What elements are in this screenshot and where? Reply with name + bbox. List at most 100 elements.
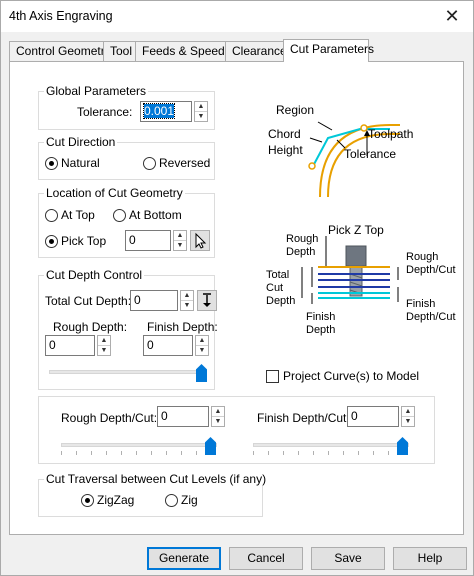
- radio-zigzag[interactable]: ZigZag: [81, 493, 134, 507]
- chord-point: [360, 124, 368, 132]
- finish-depth-per-cut-label: Finish Depth/Cut:: [257, 411, 350, 425]
- tolerance-label: Tolerance:: [77, 105, 133, 119]
- cut-depth-title: Cut Depth Control: [44, 268, 145, 282]
- radio-zig[interactable]: Zig: [165, 493, 198, 507]
- radio-reversed-label: Reversed: [159, 156, 211, 170]
- finish-depth-per-cut-slider[interactable]: [253, 435, 409, 457]
- rough-depth-per-cut-label: Rough Depth/Cut:: [61, 411, 158, 425]
- total-cut-depth-label: Total Cut Depth:: [45, 294, 132, 308]
- region-curve-inner: [327, 133, 400, 198]
- radio-dot: [113, 208, 126, 222]
- window-title: 4th Axis Engraving: [9, 9, 113, 23]
- global-parameters-group: Global Parameters Tolerance: 0.001 ▲ ▼: [38, 84, 215, 130]
- slider-track: [61, 443, 217, 447]
- tab-cut-parameters[interactable]: Cut Parameters: [283, 39, 374, 62]
- radio-dot: [165, 493, 178, 507]
- rough-depth-per-cut-spinner[interactable]: ▲ ▼: [211, 406, 225, 427]
- tab-feeds-speeds[interactable]: Feeds & Speeds: [135, 41, 231, 61]
- location-group: Location of Cut Geometry At Top At Botto…: [38, 186, 215, 258]
- total-cut-depth-input[interactable]: 0: [130, 290, 178, 311]
- close-icon[interactable]: ✕: [439, 5, 465, 27]
- radio-dot: [45, 234, 58, 248]
- radio-dot: [45, 156, 58, 170]
- total-depth-title-2: Cut: [266, 282, 283, 294]
- radio-dot: [45, 208, 58, 222]
- diagram-tolerance-label: Tolerance: [344, 147, 396, 161]
- help-button[interactable]: Help: [393, 547, 467, 570]
- rough-depth-per-cut-input[interactable]: 0: [157, 406, 209, 427]
- total-depth-title-1: Total: [266, 269, 289, 281]
- cut-direction-title: Cut Direction: [44, 135, 118, 149]
- rough-depth-spinner[interactable]: ▲ ▼: [97, 335, 111, 356]
- finish-depth-spinner[interactable]: ▲ ▼: [195, 335, 209, 356]
- diagram-toolpath-label: Toolpath: [368, 127, 413, 141]
- radio-dot: [143, 156, 156, 170]
- radio-reversed[interactable]: Reversed: [143, 156, 210, 170]
- cursor-arrow-icon: [195, 232, 207, 249]
- finish-depth-per-cut-spinner[interactable]: ▲ ▼: [401, 406, 415, 427]
- pick-cursor-button[interactable]: [190, 230, 210, 251]
- slider-thumb[interactable]: [397, 437, 408, 455]
- finish-depth-title-1: Finish: [306, 311, 335, 323]
- slider-thumb[interactable]: [196, 364, 207, 382]
- radio-natural[interactable]: Natural: [45, 156, 100, 170]
- finish-percut-title-1: Finish: [406, 298, 435, 310]
- tolerance-spinner[interactable]: ▲ ▼: [194, 101, 208, 122]
- radio-zigzag-label: ZigZag: [97, 493, 135, 507]
- finish-depth-input[interactable]: 0: [143, 335, 193, 356]
- tool-holder: [345, 245, 367, 267]
- radio-natural-label: Natural: [61, 156, 100, 170]
- chord-point: [308, 162, 316, 170]
- slider-ticks: [61, 451, 217, 455]
- radio-at-bottom-label: At Bottom: [129, 208, 182, 222]
- location-title: Location of Cut Geometry: [44, 186, 185, 200]
- down-arrow-bar-icon: [203, 293, 211, 307]
- project-curves-checkbox[interactable]: Project Curve(s) to Model: [266, 369, 419, 383]
- cut-depth-diagram: Pick Z Top Rough Depth Total Cut Depth R…: [266, 223, 456, 336]
- generate-button[interactable]: Generate: [147, 547, 221, 570]
- radio-at-top[interactable]: At Top: [45, 208, 95, 222]
- pick-top-input[interactable]: 0: [125, 230, 171, 251]
- rough-depth-title-2: Depth: [286, 246, 315, 258]
- cancel-button[interactable]: Cancel: [229, 547, 303, 570]
- cut-parameters-panel: Global Parameters Tolerance: 0.001 ▲ ▼ Cu…: [9, 61, 464, 535]
- finish-depth-title-2: Depth: [306, 324, 335, 336]
- cut-depth-group: Cut Depth Control Total Cut Depth: 0 ▲ ▼ …: [38, 268, 218, 390]
- finish-percut-title-2: Depth/Cut: [406, 311, 456, 323]
- radio-pick-top[interactable]: Pick Top: [45, 234, 106, 248]
- rough-depth-label: Rough Depth:: [53, 320, 128, 334]
- tab-control-geometry[interactable]: Control Geometry: [9, 41, 111, 61]
- radio-dot: [81, 493, 94, 507]
- tolerance-input[interactable]: 0.001: [140, 101, 192, 122]
- checkbox-box[interactable]: [266, 369, 279, 383]
- save-button[interactable]: Save: [311, 547, 385, 570]
- dialog-window: 4th Axis Engraving ✕ Control Geometry To…: [0, 0, 474, 576]
- depth-arrow-button[interactable]: [197, 290, 217, 311]
- global-parameters-title: Global Parameters: [44, 84, 149, 98]
- tab-tool[interactable]: Tool: [103, 41, 136, 61]
- pick-top-spinner[interactable]: ▲ ▼: [173, 230, 187, 251]
- radio-at-top-label: At Top: [61, 208, 95, 222]
- pick-z-top-label: Pick Z Top: [328, 223, 384, 237]
- finish-depth-per-cut-input[interactable]: 0: [347, 406, 399, 427]
- tab-clearance[interactable]: Clearance: [225, 41, 287, 61]
- slider-thumb[interactable]: [205, 437, 216, 455]
- diagram-region-label: Region: [276, 103, 314, 117]
- radio-pick-top-label: Pick Top: [61, 234, 107, 248]
- chord-tolerance-diagram: Region Chord Height Toolpath Tolerance: [268, 103, 413, 198]
- radio-at-bottom[interactable]: At Bottom: [113, 208, 182, 222]
- rough-depth-input[interactable]: 0: [45, 335, 95, 356]
- slider-track: [253, 443, 409, 447]
- project-curves-label: Project Curve(s) to Model: [283, 369, 420, 383]
- cut-traversal-title: Cut Traversal between Cut Levels (if any…: [44, 472, 269, 486]
- rough-percut-title-2: Depth/Cut: [406, 264, 456, 276]
- chord-pointer: [309, 137, 323, 143]
- region-pointer: [317, 121, 333, 131]
- slider-track: [49, 370, 207, 374]
- depth-split-slider[interactable]: [49, 362, 207, 384]
- total-depth-title-3: Depth: [266, 295, 295, 307]
- total-cut-depth-spinner[interactable]: ▲ ▼: [180, 290, 194, 311]
- rough-depth-per-cut-slider[interactable]: [61, 435, 217, 457]
- diagram-height-label: Height: [268, 143, 303, 157]
- radio-zig-label: Zig: [181, 493, 198, 507]
